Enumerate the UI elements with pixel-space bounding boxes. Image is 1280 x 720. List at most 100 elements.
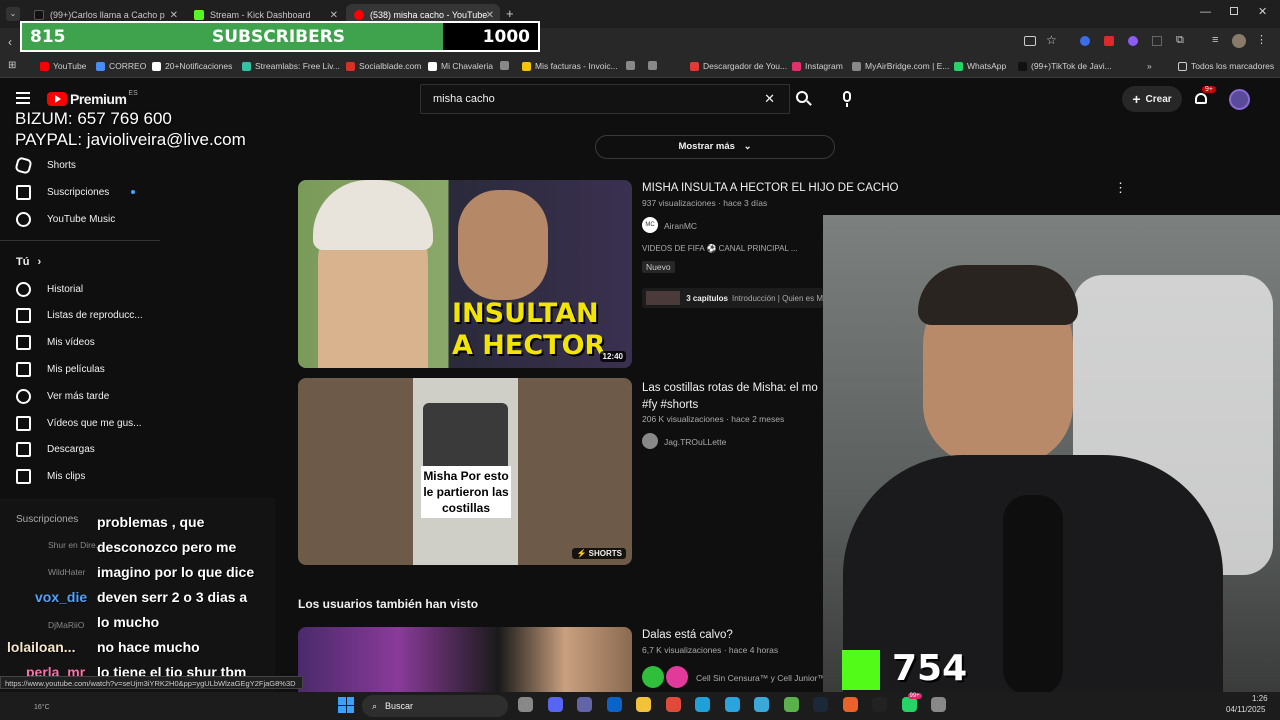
extension-icon[interactable] <box>1128 36 1138 46</box>
obs-icon[interactable] <box>872 697 887 712</box>
channel-avatar[interactable] <box>642 433 658 449</box>
close-window-button[interactable]: ✕ <box>1258 5 1267 18</box>
create-button[interactable]: + Crear <box>1122 86 1182 112</box>
video-thumbnail[interactable]: Misha Por esto le partieron las costilla… <box>298 378 632 565</box>
extension-icon[interactable] <box>1080 36 1090 46</box>
close-icon[interactable]: ✕ <box>170 10 178 21</box>
cast-icon[interactable] <box>1024 36 1036 46</box>
sidebar-item-my-videos[interactable]: Mis vídeos <box>16 333 95 353</box>
bookmark-item[interactable] <box>500 61 513 70</box>
bookmark-item[interactable]: Socialblade.com <box>346 61 421 71</box>
chapters-strip[interactable]: 3 capítulos Introducción | Quien es M <box>642 288 823 308</box>
bookmark-label: Descargador de You... <box>703 61 788 71</box>
subscriptions-header[interactable]: Suscripciones <box>16 514 78 525</box>
minimize-button[interactable]: — <box>1200 6 1211 18</box>
bookmark-item[interactable]: Descargador de You... <box>690 61 787 71</box>
sub-channel[interactable]: WildHater <box>48 567 85 577</box>
channel-avatar[interactable] <box>666 666 688 688</box>
back-icon[interactable]: ‹ <box>8 35 12 49</box>
more-options-icon[interactable]: ⋮ <box>1114 180 1127 196</box>
bookmark-item[interactable]: Instagram <box>792 61 843 71</box>
account-avatar[interactable] <box>1229 89 1250 110</box>
close-icon[interactable]: ✕ <box>330 10 338 21</box>
video-thumbnail[interactable]: INSULTAN A HECTOR 12:40 <box>298 180 632 368</box>
bookmark-item[interactable]: Mis facturas - Invoic... <box>522 61 618 71</box>
media-icon[interactable]: ≡ <box>1212 34 1218 46</box>
task-view-icon[interactable] <box>518 697 533 712</box>
sidebar-item-label: Mis películas <box>47 363 105 375</box>
clear-search-icon[interactable]: ✕ <box>764 91 775 107</box>
sub-channel[interactable]: Shur en Dire... <box>48 540 103 550</box>
bookmark-item[interactable] <box>626 61 639 70</box>
channel-avatar[interactable] <box>642 666 664 688</box>
video-title[interactable]: MISHA INSULTA A HECTOR EL HIJO DE CACHO <box>642 182 898 194</box>
taskbar-search[interactable]: ⌕ Buscar <box>362 695 508 717</box>
menu-icon[interactable]: ⋮ <box>1256 33 1267 46</box>
bookmark-item[interactable]: YouTube <box>40 61 86 71</box>
extension-icon[interactable] <box>1152 36 1162 46</box>
apps-icon[interactable]: ⊞ <box>8 60 16 71</box>
bookmark-item[interactable]: (99+)TikTok de Javi... <box>1018 61 1112 71</box>
hamburger-icon[interactable] <box>16 92 30 104</box>
sidebar-item-clips[interactable]: Mis clips <box>16 467 85 487</box>
bookmark-item[interactable]: MyAirBridge.com | E... <box>852 61 949 71</box>
edge-icon[interactable] <box>695 697 710 712</box>
sidebar-item-watch-later[interactable]: Ver más tarde <box>16 386 109 406</box>
sidebar-item-like[interactable]: Vídeos que me gus... <box>16 413 142 433</box>
outlook-icon[interactable] <box>606 697 622 712</box>
bookmark-item[interactable]: Mi Chavaleria <box>428 61 493 71</box>
video-thumbnail[interactable] <box>298 627 632 692</box>
bookmark-item[interactable]: 20+Notificaciones <box>152 61 232 71</box>
channel-avatar[interactable]: MC <box>642 217 658 233</box>
app-icon[interactable] <box>783 697 799 712</box>
whatsapp-icon[interactable]: 99+ <box>901 693 922 712</box>
browser-icon[interactable] <box>754 697 769 712</box>
steam-icon[interactable] <box>813 697 828 712</box>
bookmark-item[interactable]: CORREO <box>96 61 146 71</box>
sidebar-item-history[interactable]: Historial <box>16 279 83 299</box>
create-label: Crear <box>1145 93 1172 105</box>
close-icon[interactable]: ✕ <box>486 10 494 21</box>
sidebar-item-subscriptions[interactable]: Suscripciones <box>16 182 136 202</box>
chrome-icon[interactable] <box>665 697 681 712</box>
bookmark-item[interactable]: WhatsApp <box>954 61 1006 71</box>
sidebar-you-header[interactable]: Tú › <box>16 252 41 272</box>
notifications-icon[interactable]: 9+ <box>1194 86 1216 106</box>
star-icon[interactable]: ☆ <box>1046 33 1057 47</box>
more-bookmarks-icon[interactable]: » <box>1147 61 1152 71</box>
sidebar-item-movies[interactable]: Mis películas <box>16 359 105 379</box>
extension-icon[interactable] <box>1104 36 1114 46</box>
app-icon[interactable] <box>931 697 946 712</box>
show-more-button[interactable]: Mostrar más ⌄ <box>595 135 835 159</box>
discord-icon[interactable] <box>547 697 563 712</box>
puzzle-icon[interactable]: ⧉ <box>1176 34 1184 47</box>
microphone-icon[interactable] <box>836 88 858 110</box>
search-button[interactable] <box>784 84 824 114</box>
channel-name[interactable]: Cell Sin Censura™ y Cell Junior™ <box>696 673 826 683</box>
sidebar-item-music[interactable]: YouTube Music <box>16 209 115 229</box>
profile-avatar[interactable] <box>1232 34 1246 48</box>
telegram-icon[interactable] <box>724 697 740 712</box>
bookmark-item[interactable] <box>648 61 661 70</box>
video-title[interactable]: Las costillas rotas de Misha: el mo #fy … <box>642 380 823 414</box>
teams-icon[interactable] <box>577 697 592 712</box>
sidebar-item-download[interactable]: Descargas <box>16 440 95 460</box>
search-input[interactable]: misha cacho ✕ <box>420 84 790 114</box>
file-explorer-icon[interactable] <box>636 697 651 712</box>
sub-channel[interactable]: DjMaRiiO <box>48 620 84 630</box>
clock-date: 04/11/2025 <box>1226 705 1266 714</box>
streamer-hair <box>918 265 1078 325</box>
bookmark-item[interactable]: Streamlabs: Free Liv... <box>242 61 340 71</box>
tab-list-icon[interactable]: ⌄ <box>6 7 20 21</box>
new-tab-button[interactable]: + <box>506 6 514 21</box>
youtube-logo[interactable]: Premium ES <box>47 90 138 107</box>
channel-name[interactable]: AiranMC <box>664 221 697 231</box>
video-title[interactable]: Dalas está calvo? <box>642 629 733 641</box>
windows-start-icon[interactable] <box>338 697 354 713</box>
sidebar-item-shorts[interactable]: Shorts <box>14 155 76 175</box>
restore-button[interactable] <box>1230 7 1238 15</box>
channel-name[interactable]: Jag.TROuLLette <box>664 437 726 447</box>
app-icon[interactable] <box>842 697 858 712</box>
sidebar-item-playlist[interactable]: Listas de reproducc... <box>16 306 143 326</box>
all-bookmarks[interactable]: Todos los marcadores <box>1178 61 1274 71</box>
